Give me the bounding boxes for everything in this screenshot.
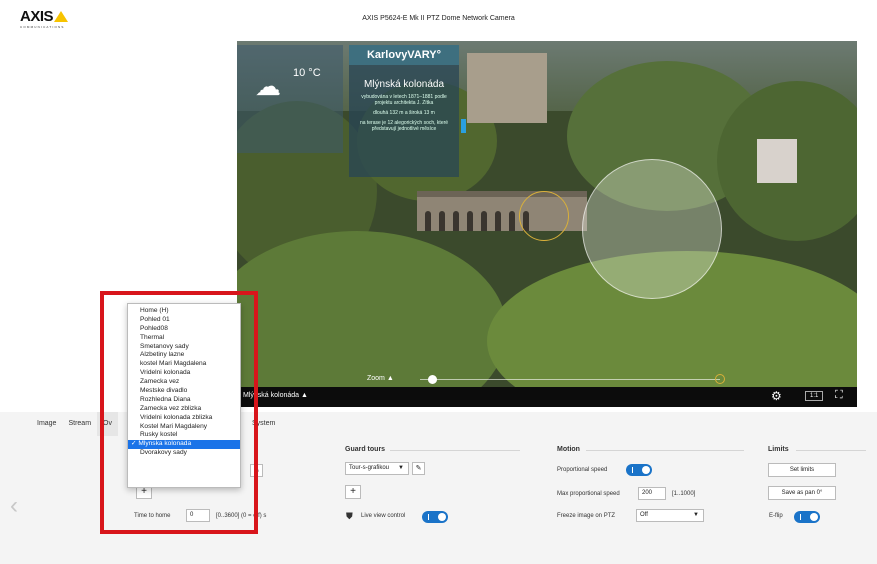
- zoom-slider-handle[interactable]: [428, 375, 437, 384]
- magnifier-lens: [582, 159, 722, 299]
- overlay-marker: [461, 119, 466, 133]
- edit-tour-pencil-icon[interactable]: ✎: [412, 462, 425, 475]
- limits-title: Limits: [768, 446, 789, 453]
- zoom-slider[interactable]: [420, 379, 720, 380]
- chevron-down-icon: ▼: [398, 465, 404, 471]
- tab-stream[interactable]: Stream: [62, 412, 97, 436]
- section-divider: [586, 450, 744, 451]
- chevron-left-icon[interactable]: ‹: [10, 492, 18, 520]
- eflip-toggle[interactable]: [794, 511, 820, 523]
- max-proportional-speed-label: Max proportional speed: [557, 491, 620, 497]
- weather-widget: ☁ 10 °C: [237, 45, 343, 153]
- overlay-brand: KarlovyVARY°: [349, 45, 459, 65]
- rain-cloud-icon: ☁: [255, 71, 281, 101]
- ratio-button[interactable]: 1:1: [805, 391, 824, 401]
- save-as-pan-button[interactable]: Save as pan 0°: [768, 486, 836, 500]
- section-divider: [390, 450, 520, 451]
- overlay-name: Mlýnská kolonáda: [363, 79, 445, 90]
- overlay-line: na terase je 12 alegorických soch, které…: [359, 120, 449, 132]
- live-view-control-toggle[interactable]: [422, 511, 448, 523]
- weather-temp: 10 °C: [293, 67, 321, 79]
- motion-title: Motion: [557, 446, 580, 453]
- top-bar: AXIS COMMUNICATIONS AXIS P5624-E Mk II P…: [0, 0, 877, 34]
- shield-icon: ⛊: [346, 511, 353, 521]
- section-divider: [796, 450, 866, 451]
- add-tour-button[interactable]: +: [345, 485, 361, 499]
- settings-gear-icon[interactable]: ⚙: [771, 389, 782, 403]
- overlay-line: vybudována v letech 1871–1881 podle proj…: [361, 94, 447, 106]
- info-overlay: KarlovyVARY° Mlýnská kolonáda vybudována…: [349, 45, 459, 177]
- freeze-image-select[interactable]: Off ▼: [636, 509, 704, 522]
- max-proportional-speed-input[interactable]: 200: [638, 487, 666, 500]
- overlay-line: dlouhá 132 m a široká 13 m: [373, 110, 435, 116]
- focus-circle: [519, 191, 569, 241]
- max-proportional-speed-range: [1..1000]: [672, 491, 696, 497]
- camera-title: AXIS P5624-E Mk II PTZ Dome Network Came…: [362, 15, 515, 22]
- freeze-image-label: Freeze image on PTZ: [557, 513, 616, 519]
- logo-subtitle: COMMUNICATIONS: [20, 25, 65, 29]
- eflip-label: E-flip: [769, 513, 783, 519]
- tab-image[interactable]: Image: [31, 412, 62, 436]
- zoom-focus-icon[interactable]: [715, 374, 725, 384]
- highlight-box: [100, 291, 258, 534]
- guard-tour-select[interactable]: Tour-s-grafikou ▼: [345, 462, 409, 475]
- fullscreen-icon[interactable]: ⛶: [835, 389, 843, 402]
- zoom-label: Zoom ▲: [367, 375, 394, 382]
- video-church: [757, 139, 797, 183]
- proportional-speed-label: Proportional speed: [557, 467, 608, 473]
- video-hotel-building: [467, 53, 547, 123]
- live-video[interactable]: ☁ 10 °C KarlovyVARY° Mlýnská kolonáda vy…: [237, 41, 857, 407]
- guard-tours-title: Guard tours: [345, 446, 386, 453]
- proportional-speed-toggle[interactable]: [626, 464, 652, 476]
- set-limits-button[interactable]: Set limits: [768, 463, 836, 477]
- chevron-down-icon: ▼: [693, 512, 699, 518]
- live-view-control-label: Live view control: [361, 513, 406, 519]
- video-toolbar: Mlýnská kolonáda ▲ ⚙ 1:1 ⛶: [237, 387, 857, 407]
